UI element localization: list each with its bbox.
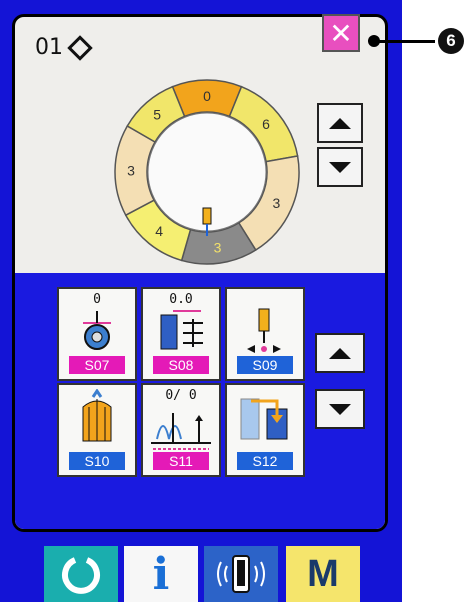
s09-button[interactable]: S09 (225, 287, 305, 381)
s12-label: S12 (237, 452, 293, 470)
up-arrow-icon (329, 117, 351, 129)
s11-button[interactable]: 0/ 0 S11 (141, 383, 221, 477)
ready-icon (62, 557, 100, 594)
communication-button[interactable] (204, 546, 278, 602)
ring-segment-label: 4 (155, 223, 163, 239)
s08-button[interactable]: 0.0 S08 (141, 287, 221, 381)
ring-up-button[interactable] (317, 103, 363, 143)
ring-segment-label: 3 (273, 195, 281, 211)
ring-segment-label: 3 (127, 163, 135, 179)
close-button[interactable]: ✕ (322, 14, 360, 52)
s08-label: S08 (153, 356, 209, 374)
mode-button[interactable]: M (286, 546, 360, 602)
pattern-number: 01 (35, 35, 63, 60)
info-button[interactable]: i (124, 546, 198, 602)
s07-button[interactable]: 0 S07 (57, 287, 137, 381)
mode-icon: M (307, 552, 339, 595)
stitch-segment-ring[interactable]: 0 6 3 3 4 3 5 (107, 77, 307, 267)
down-arrow-icon (329, 161, 351, 173)
ring-segment-label: 3 (214, 239, 222, 255)
info-icon: i (152, 548, 170, 600)
s11-label: S11 (153, 452, 209, 470)
ring-segment-label: 0 (203, 88, 211, 104)
presser-foot-icon (82, 389, 112, 442)
s07-label: S07 (69, 356, 125, 374)
ring-down-button[interactable] (317, 147, 363, 187)
callout-line (375, 40, 435, 43)
material-feed-icon (160, 310, 203, 350)
down-arrow-icon (329, 403, 351, 415)
up-arrow-icon (329, 347, 351, 359)
s10-label: S10 (69, 452, 125, 470)
s07-value: 0 (93, 292, 101, 307)
s12-button[interactable]: S12 (225, 383, 305, 477)
needle-position-icon (247, 308, 281, 353)
page-up-button[interactable] (315, 333, 365, 373)
ring-segment-label: 6 (262, 116, 270, 132)
pattern-number-display[interactable]: 01 (35, 34, 93, 61)
feed-direction-icon (240, 398, 288, 440)
thread-tension-icon (83, 311, 111, 350)
pattern-diamond-icon (67, 34, 93, 61)
stitch-count-icon (151, 413, 211, 450)
s09-label: S09 (237, 356, 293, 374)
s10-button[interactable]: S10 (57, 383, 137, 477)
s11-value: 0/ 0 (165, 388, 197, 403)
data-input-panel: 01 0 6 3 3 4 3 5 0 S07 0.0 S08 S09 S10 0/ 0 S1… (12, 14, 388, 532)
ready-button[interactable] (44, 546, 118, 602)
callout-number: 6 (438, 28, 464, 54)
ring-segment-label: 5 (153, 107, 161, 123)
s08-value: 0.0 (169, 292, 193, 307)
page-down-button[interactable] (315, 389, 365, 429)
communication-icon (217, 555, 265, 593)
